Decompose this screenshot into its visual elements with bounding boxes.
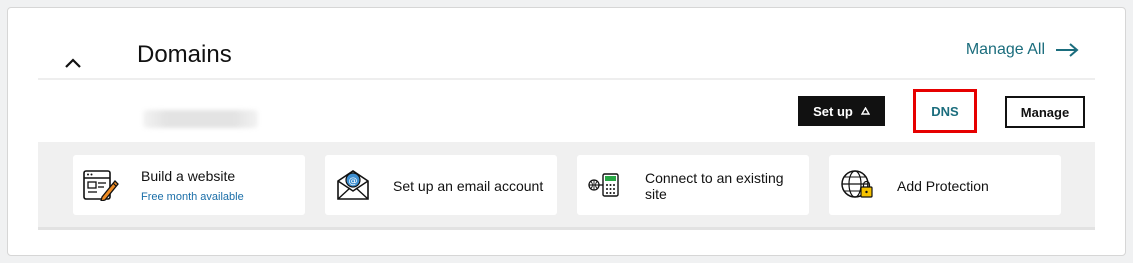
add-protection-label: Add Protection [897,178,989,194]
setup-label: Set up [813,103,853,119]
setup-button[interactable]: Set up [798,96,885,126]
manage-button[interactable]: Manage [1005,96,1085,128]
connect-site-label: Connect to an existing site [645,170,784,202]
build-website-label: Build a website [141,168,236,184]
email-icon: @ [335,169,371,201]
build-website-tile[interactable]: Build a website Free month available [73,155,305,215]
setup-email-label: Set up an email account [393,178,544,194]
connect-site-tile[interactable]: Connect to an existing site [577,155,809,215]
setup-email-tile[interactable]: @ Set up an email account [325,155,557,215]
svg-text:@: @ [349,177,358,187]
manage-all-link[interactable]: Manage All [966,41,1079,59]
domains-card: Domains Manage All Set up DNS Manage Bui… [7,7,1126,256]
arrow-right-icon [1055,43,1079,57]
blurred-domain-name [143,110,258,128]
manage-all-label: Manage All [965,41,1045,58]
free-month-link[interactable]: Free month available [141,191,244,203]
website-builder-icon [83,169,119,201]
connect-site-icon [587,169,623,201]
quick-actions-bar: Build a website Free month available @ S… [38,142,1095,230]
add-protection-tile[interactable]: Add Protection [829,155,1061,215]
dns-button[interactable]: DNS [918,95,972,127]
collapse-chevron-up-icon[interactable] [58,48,88,78]
triangle-up-icon [860,107,870,115]
section-title: Domains [137,41,232,68]
globe-lock-icon [839,169,875,201]
domain-row: Set up DNS Manage [38,80,1095,143]
